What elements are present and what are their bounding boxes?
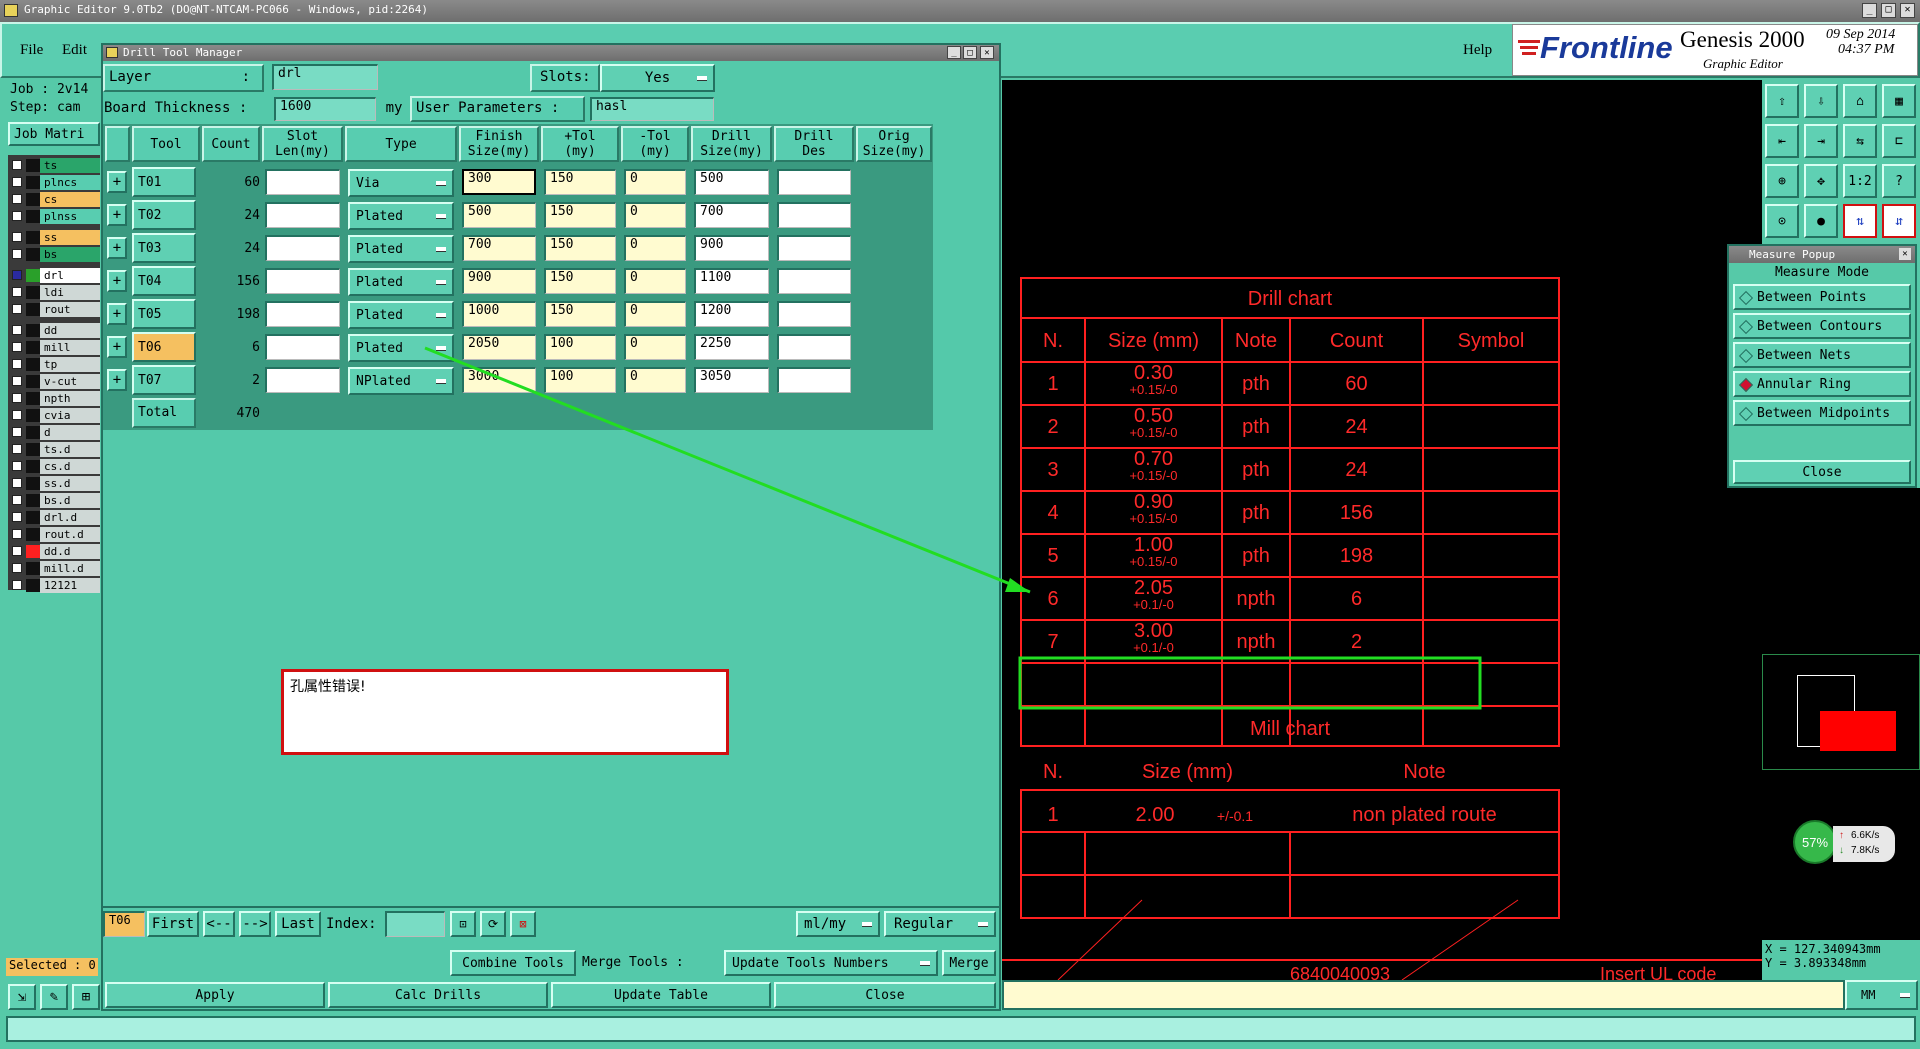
next-button[interactable]: --> [239, 911, 271, 937]
mode-dropdown[interactable]: Regular [884, 911, 996, 937]
dtm-close-button[interactable]: Close [774, 982, 996, 1008]
first-button[interactable]: First [147, 911, 199, 937]
update-numbers-dropdown[interactable]: Update Tools Numbers [724, 950, 938, 976]
combine-tools-button[interactable]: Combine Tools [450, 950, 576, 976]
current-tool-field: T06 [103, 911, 145, 937]
units-dropdown[interactable]: ml/my [796, 911, 880, 937]
find-tool-icon[interactable]: ⊡ [450, 911, 476, 937]
prev-button[interactable]: <-- [203, 911, 235, 937]
units-dropdown-value: ml/my [804, 916, 847, 932]
apply-button[interactable]: Apply [105, 982, 325, 1008]
merge-button[interactable]: Merge [942, 950, 996, 976]
update-table-button[interactable]: Update Table [551, 982, 771, 1008]
index-input[interactable] [385, 911, 445, 937]
annotation-arrow [424, 346, 1031, 594]
merge-tools-label: Merge Tools : [582, 955, 684, 970]
delete-tool-icon[interactable]: ⊠ [510, 911, 536, 937]
last-button[interactable]: Last [275, 911, 321, 937]
refresh-tool-icon[interactable]: ⟳ [480, 911, 506, 937]
index-label: Index: [326, 916, 377, 932]
mode-dropdown-value: Regular [894, 916, 954, 932]
update-numbers-value: Update Tools Numbers [732, 955, 889, 971]
calc-drills-button[interactable]: Calc Drills [328, 982, 548, 1008]
